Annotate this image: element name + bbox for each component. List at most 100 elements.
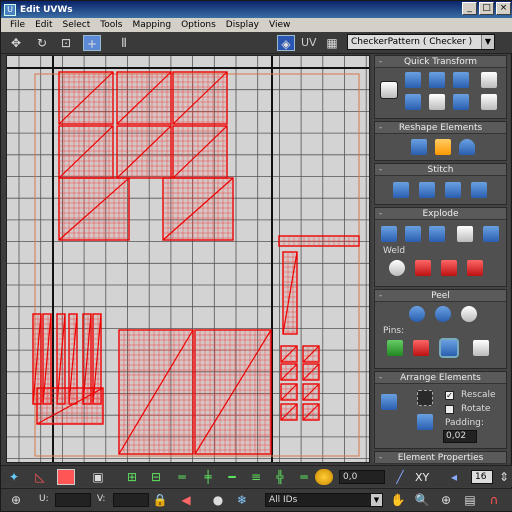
uv-island-low-1[interactable] [58,177,130,241]
chevron-down-icon[interactable]: ▼ [371,494,382,506]
set-pivot-icon[interactable] [380,81,398,99]
uv-island-stack-2[interactable] [194,329,272,455]
uv-island-mid-1[interactable] [58,125,114,179]
weld-all-icon[interactable] [467,260,483,276]
checker-icon[interactable]: ◈ [277,35,295,51]
detach-icon[interactable] [405,226,421,242]
uv-island-bar-stack[interactable] [36,387,104,425]
stitch-to-average-icon[interactable] [419,182,435,198]
quick-peel-icon[interactable] [409,306,425,322]
uv-island-mid-2[interactable] [116,125,172,179]
falloff-field[interactable]: 0,0 [339,470,385,484]
menu-options[interactable]: Options [176,20,221,30]
edge-mode-icon[interactable]: ◺ [31,469,49,485]
uv-island-square-0-3[interactable] [280,403,298,421]
uv-island-top-2[interactable] [116,71,172,125]
polygon-mode-icon[interactable] [57,469,75,485]
uv-island-mid-3[interactable] [172,125,228,179]
uv-island-square-0-0[interactable] [280,345,298,363]
select-pinned-icon[interactable] [473,340,489,356]
light-icon[interactable]: ● [209,492,227,508]
rotate-checkbox[interactable] [445,405,454,414]
soft-selection-icon[interactable] [315,469,333,485]
menu-file[interactable]: File [5,20,30,30]
rotate-icon[interactable]: ↻ [33,35,51,51]
weld-edges-icon[interactable] [441,260,457,276]
reshape-header[interactable]: Reshape Elements [375,122,506,134]
explode-options-icon[interactable] [483,226,499,242]
pin-icon[interactable] [387,340,403,356]
zoom-icon[interactable]: 🔍 [413,492,431,508]
align-to-edge-icon[interactable] [429,94,445,110]
menu-mapping[interactable]: Mapping [127,20,176,30]
zoom-extents-icon[interactable]: ▤ [461,492,479,508]
rotate-minus-90-icon[interactable] [453,94,469,110]
stitch-to-target-icon[interactable] [393,182,409,198]
uv-canvas[interactable] [7,56,370,463]
freeze-icon[interactable]: ❄ [233,492,251,508]
menu-tools[interactable]: Tools [95,20,127,30]
weld-sphere-icon[interactable] [457,226,473,242]
spacing-vertical-icon[interactable] [481,94,497,110]
uv-viewport[interactable] [6,55,370,463]
ring-icon[interactable]: ≡ [247,469,265,485]
uv-island-top-3[interactable] [172,71,228,125]
grow-loop-icon[interactable]: ╪ [199,469,217,485]
quick-transform-header[interactable]: Quick Transform [375,56,506,68]
shrink-selection-icon[interactable]: ⊟ [147,469,165,485]
arrange-header[interactable]: Arrange Elements [375,372,506,384]
break-icon[interactable] [381,226,397,242]
show-map-icon[interactable]: ▦ [323,35,341,51]
uv-island-stack-1[interactable] [118,329,194,455]
hide-icon[interactable]: ◀ [177,492,195,508]
pan-icon[interactable]: ✋ [389,492,407,508]
v-field[interactable] [113,493,149,507]
rotate-plus-90-icon[interactable] [453,72,469,88]
uv-island-square-1-0[interactable] [302,345,320,363]
chevron-down-icon[interactable]: ▼ [481,35,494,49]
pack-custom-icon[interactable] [417,390,433,406]
grid-value[interactable]: 16 [471,470,493,484]
relax-sphere-icon[interactable] [459,139,475,155]
maximize-button[interactable]: □ [479,2,494,15]
align-diagonal-icon[interactable] [429,72,445,88]
xy-label[interactable]: XY [415,471,429,484]
title-bar[interactable]: U Edit UVWs _ □ × [1,1,512,18]
u-field[interactable] [55,493,91,507]
spacing-horizontal-icon[interactable] [481,72,497,88]
material-id-select[interactable]: All IDs ▼ [265,493,383,507]
loop-icon[interactable]: ═ [173,469,191,485]
stitch-header[interactable]: Stitch [375,164,506,176]
menu-edit[interactable]: Edit [30,20,57,30]
uv-island-square-1-3[interactable] [302,403,320,421]
move-icon[interactable]: ✥ [7,35,25,51]
grid-spinner-icon[interactable]: ⇕ [495,469,512,485]
pack-normalize-icon[interactable] [381,394,397,410]
menu-select[interactable]: Select [58,20,96,30]
scale-icon[interactable]: ⊡ [57,35,75,51]
stitch-to-source-icon[interactable] [445,182,461,198]
explode-header[interactable]: Explode [375,208,506,220]
peel-mode-icon[interactable] [435,306,451,322]
relax-icon[interactable] [435,139,451,155]
padding-field[interactable]: 0,02 [443,430,477,443]
uv-island-square-0-2[interactable] [280,383,298,401]
grid-snap-icon[interactable]: ◂ [445,469,463,485]
vertex-mode-icon[interactable]: ✦ [5,469,23,485]
uv-island-square-1-2[interactable] [302,383,320,401]
menu-display[interactable]: Display [221,20,264,30]
grow-ring-icon[interactable]: ╬ [271,469,289,485]
minimize-button[interactable]: _ [462,2,477,15]
reset-peel-icon[interactable] [461,306,477,322]
weld-selected-icon[interactable] [389,260,405,276]
straighten-icon[interactable] [411,139,427,155]
freeform-icon[interactable]: + [83,35,101,51]
shrink-ring-icon[interactable]: ═ [295,469,313,485]
grow-selection-icon[interactable]: ⊞ [123,469,141,485]
absolute-offset-icon[interactable]: ⊕ [7,492,25,508]
uv-island-low-2[interactable] [162,177,234,241]
lock-icon[interactable]: 🔒 [151,492,169,508]
weld-target-icon[interactable] [415,260,431,276]
stitch-custom-icon[interactable] [471,182,487,198]
texture-select[interactable]: CheckerPattern ( Checker ) ▼ [347,34,495,50]
